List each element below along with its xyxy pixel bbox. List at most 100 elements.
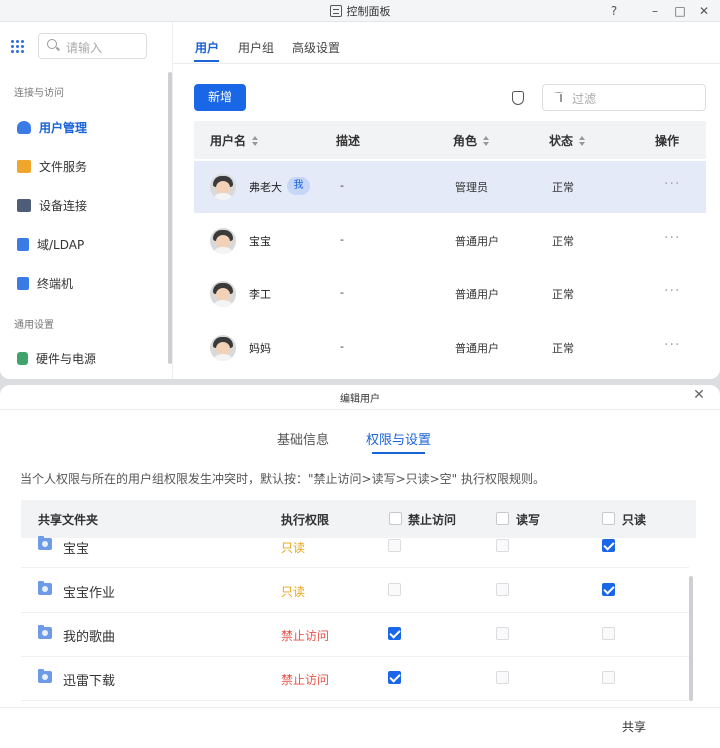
readwrite-checkbox[interactable] bbox=[496, 671, 509, 684]
deny-checkbox[interactable] bbox=[388, 539, 401, 552]
sidebar-item-user-management[interactable]: 用户管理 bbox=[17, 119, 87, 136]
user-row[interactable]: 李工 - 普通用户 正常 ··· bbox=[194, 268, 706, 320]
me-badge: 我 bbox=[287, 177, 310, 195]
dialog-close-button[interactable]: ✕ bbox=[690, 387, 708, 403]
shared-folder-icon bbox=[38, 536, 52, 550]
readonly-checkbox[interactable] bbox=[602, 583, 615, 596]
sidebar-item-ldap[interactable]: 域/LDAP bbox=[17, 236, 84, 253]
add-user-button[interactable]: 新增 bbox=[194, 84, 246, 111]
help-button[interactable]: ? bbox=[604, 2, 624, 20]
dialog-divider bbox=[0, 409, 720, 410]
apps-grid-icon[interactable] bbox=[11, 40, 24, 53]
readwrite-checkbox[interactable] bbox=[496, 583, 509, 596]
share-button[interactable]: 共享 bbox=[622, 718, 646, 735]
user-status: 正常 bbox=[552, 342, 574, 355]
user-table-header: 用户名 描述 角色 状态 操作 bbox=[194, 121, 706, 159]
tab-advanced[interactable]: 高级设置 bbox=[292, 39, 340, 56]
effective-permission: 禁止访问 bbox=[281, 629, 330, 643]
user-description: - bbox=[340, 340, 344, 353]
user-description: - bbox=[340, 286, 344, 299]
sidebar-item-file-service[interactable]: 文件服务 bbox=[17, 158, 87, 175]
deny-checkbox[interactable] bbox=[388, 583, 401, 596]
user-role: 管理员 bbox=[455, 181, 488, 194]
deny-checkbox[interactable] bbox=[388, 627, 401, 640]
filter-input[interactable]: 过滤 bbox=[542, 84, 706, 111]
deny-checkbox[interactable] bbox=[388, 671, 401, 684]
minimize-button[interactable]: – bbox=[645, 2, 665, 20]
sidebar-item-device[interactable]: 设备连接 bbox=[17, 197, 87, 214]
title-bar: 控制面板 ? – □ ✕ bbox=[0, 0, 720, 22]
more-actions-button[interactable]: ··· bbox=[664, 284, 680, 298]
readonly-checkbox[interactable] bbox=[602, 539, 615, 552]
header-shared-folder: 共享文件夹 bbox=[38, 513, 99, 527]
tab-divider bbox=[173, 63, 720, 64]
tab-user-groups[interactable]: 用户组 bbox=[238, 39, 274, 56]
maximize-button[interactable]: □ bbox=[670, 2, 690, 20]
header-effective-permission: 执行权限 bbox=[281, 513, 330, 527]
readonly-checkbox[interactable] bbox=[602, 671, 615, 684]
user-status: 正常 bbox=[552, 181, 574, 194]
shield-icon[interactable] bbox=[512, 91, 524, 105]
sidebar-item-terminal[interactable]: 终端机 bbox=[17, 275, 73, 292]
search-placeholder: 请输入 bbox=[66, 41, 103, 55]
permission-row[interactable]: 宝宝作业 只读 bbox=[21, 569, 689, 613]
dialog-title: 编辑用户 bbox=[340, 394, 380, 405]
control-panel-icon bbox=[329, 5, 342, 17]
user-name: 宝宝 bbox=[249, 235, 271, 248]
filter-icon bbox=[553, 92, 564, 103]
tab-permissions[interactable]: 权限与设置 bbox=[366, 429, 431, 448]
permission-row[interactable]: 宝宝 只读 bbox=[21, 536, 689, 568]
permission-row[interactable]: 我的歌曲 禁止访问 bbox=[21, 613, 689, 657]
terminal-icon bbox=[17, 277, 29, 290]
section-label-general: 通用设置 bbox=[14, 320, 54, 331]
readwrite-all-checkbox[interactable] bbox=[496, 512, 509, 525]
search-icon bbox=[47, 39, 57, 49]
header-actions: 操作 bbox=[655, 134, 680, 148]
permission-scrollbar[interactable] bbox=[689, 576, 693, 701]
user-name: 李工 bbox=[249, 288, 271, 301]
domain-icon bbox=[17, 238, 29, 251]
deny-all-checkbox[interactable] bbox=[389, 512, 402, 525]
readonly-checkbox[interactable] bbox=[602, 627, 615, 640]
user-name: 弗老大 bbox=[249, 181, 282, 194]
folder-name: 迅雷下载 bbox=[63, 674, 116, 689]
header-status[interactable]: 状态 bbox=[549, 132, 586, 149]
permission-row[interactable]: 迅雷下载 禁止访问 bbox=[21, 657, 689, 701]
sidebar: 请输入 连接与访问 用户管理 文件服务 设备连接 域/LDAP 终端机 通用设置… bbox=[0, 22, 173, 379]
sidebar-item-hardware[interactable]: 硬件与电源 bbox=[17, 350, 96, 367]
more-actions-button[interactable]: ··· bbox=[664, 231, 680, 245]
header-deny: 禁止访问 bbox=[408, 513, 457, 527]
header-readonly: 只读 bbox=[622, 513, 647, 527]
control-panel-window: 控制面板 ? – □ ✕ 请输入 连接与访问 用户管理 文件服务 设备连接 域/… bbox=[0, 0, 720, 379]
user-row[interactable]: 宝宝 - 普通用户 正常 ··· bbox=[194, 215, 706, 267]
user-row[interactable]: 弗老大 我 - 管理员 正常 ··· bbox=[194, 161, 706, 213]
user-role: 普通用户 bbox=[455, 342, 499, 355]
readwrite-checkbox[interactable] bbox=[496, 539, 509, 552]
header-readwrite: 读写 bbox=[516, 513, 541, 527]
shared-folder-icon bbox=[38, 581, 52, 595]
folder-name: 宝宝 bbox=[63, 542, 90, 557]
header-username[interactable]: 用户名 bbox=[210, 132, 259, 149]
readwrite-checkbox[interactable] bbox=[496, 627, 509, 640]
readonly-all-checkbox[interactable] bbox=[602, 512, 615, 525]
user-row[interactable]: 妈妈 - 普通用户 正常 ··· bbox=[194, 322, 706, 374]
sidebar-search-input[interactable]: 请输入 bbox=[38, 33, 147, 59]
folder-name: 宝宝作业 bbox=[63, 586, 116, 601]
permission-table-header: 共享文件夹 执行权限 禁止访问 读写 只读 bbox=[21, 500, 696, 538]
user-icon bbox=[17, 121, 31, 134]
user-status: 正常 bbox=[552, 288, 574, 301]
more-actions-button[interactable]: ··· bbox=[664, 177, 680, 191]
effective-permission: 禁止访问 bbox=[281, 673, 330, 687]
tab-users[interactable]: 用户 bbox=[195, 39, 219, 56]
user-name: 妈妈 bbox=[249, 342, 271, 355]
more-actions-button[interactable]: ··· bbox=[664, 338, 680, 352]
close-window-button[interactable]: ✕ bbox=[694, 2, 714, 20]
sidebar-scrollbar[interactable] bbox=[168, 72, 172, 364]
header-role[interactable]: 角色 bbox=[453, 132, 490, 149]
tab-basic-info[interactable]: 基础信息 bbox=[277, 429, 329, 448]
user-description: - bbox=[340, 179, 344, 192]
effective-permission: 只读 bbox=[281, 585, 306, 599]
device-icon bbox=[17, 199, 31, 212]
avatar bbox=[210, 281, 236, 307]
user-description: - bbox=[340, 233, 344, 246]
